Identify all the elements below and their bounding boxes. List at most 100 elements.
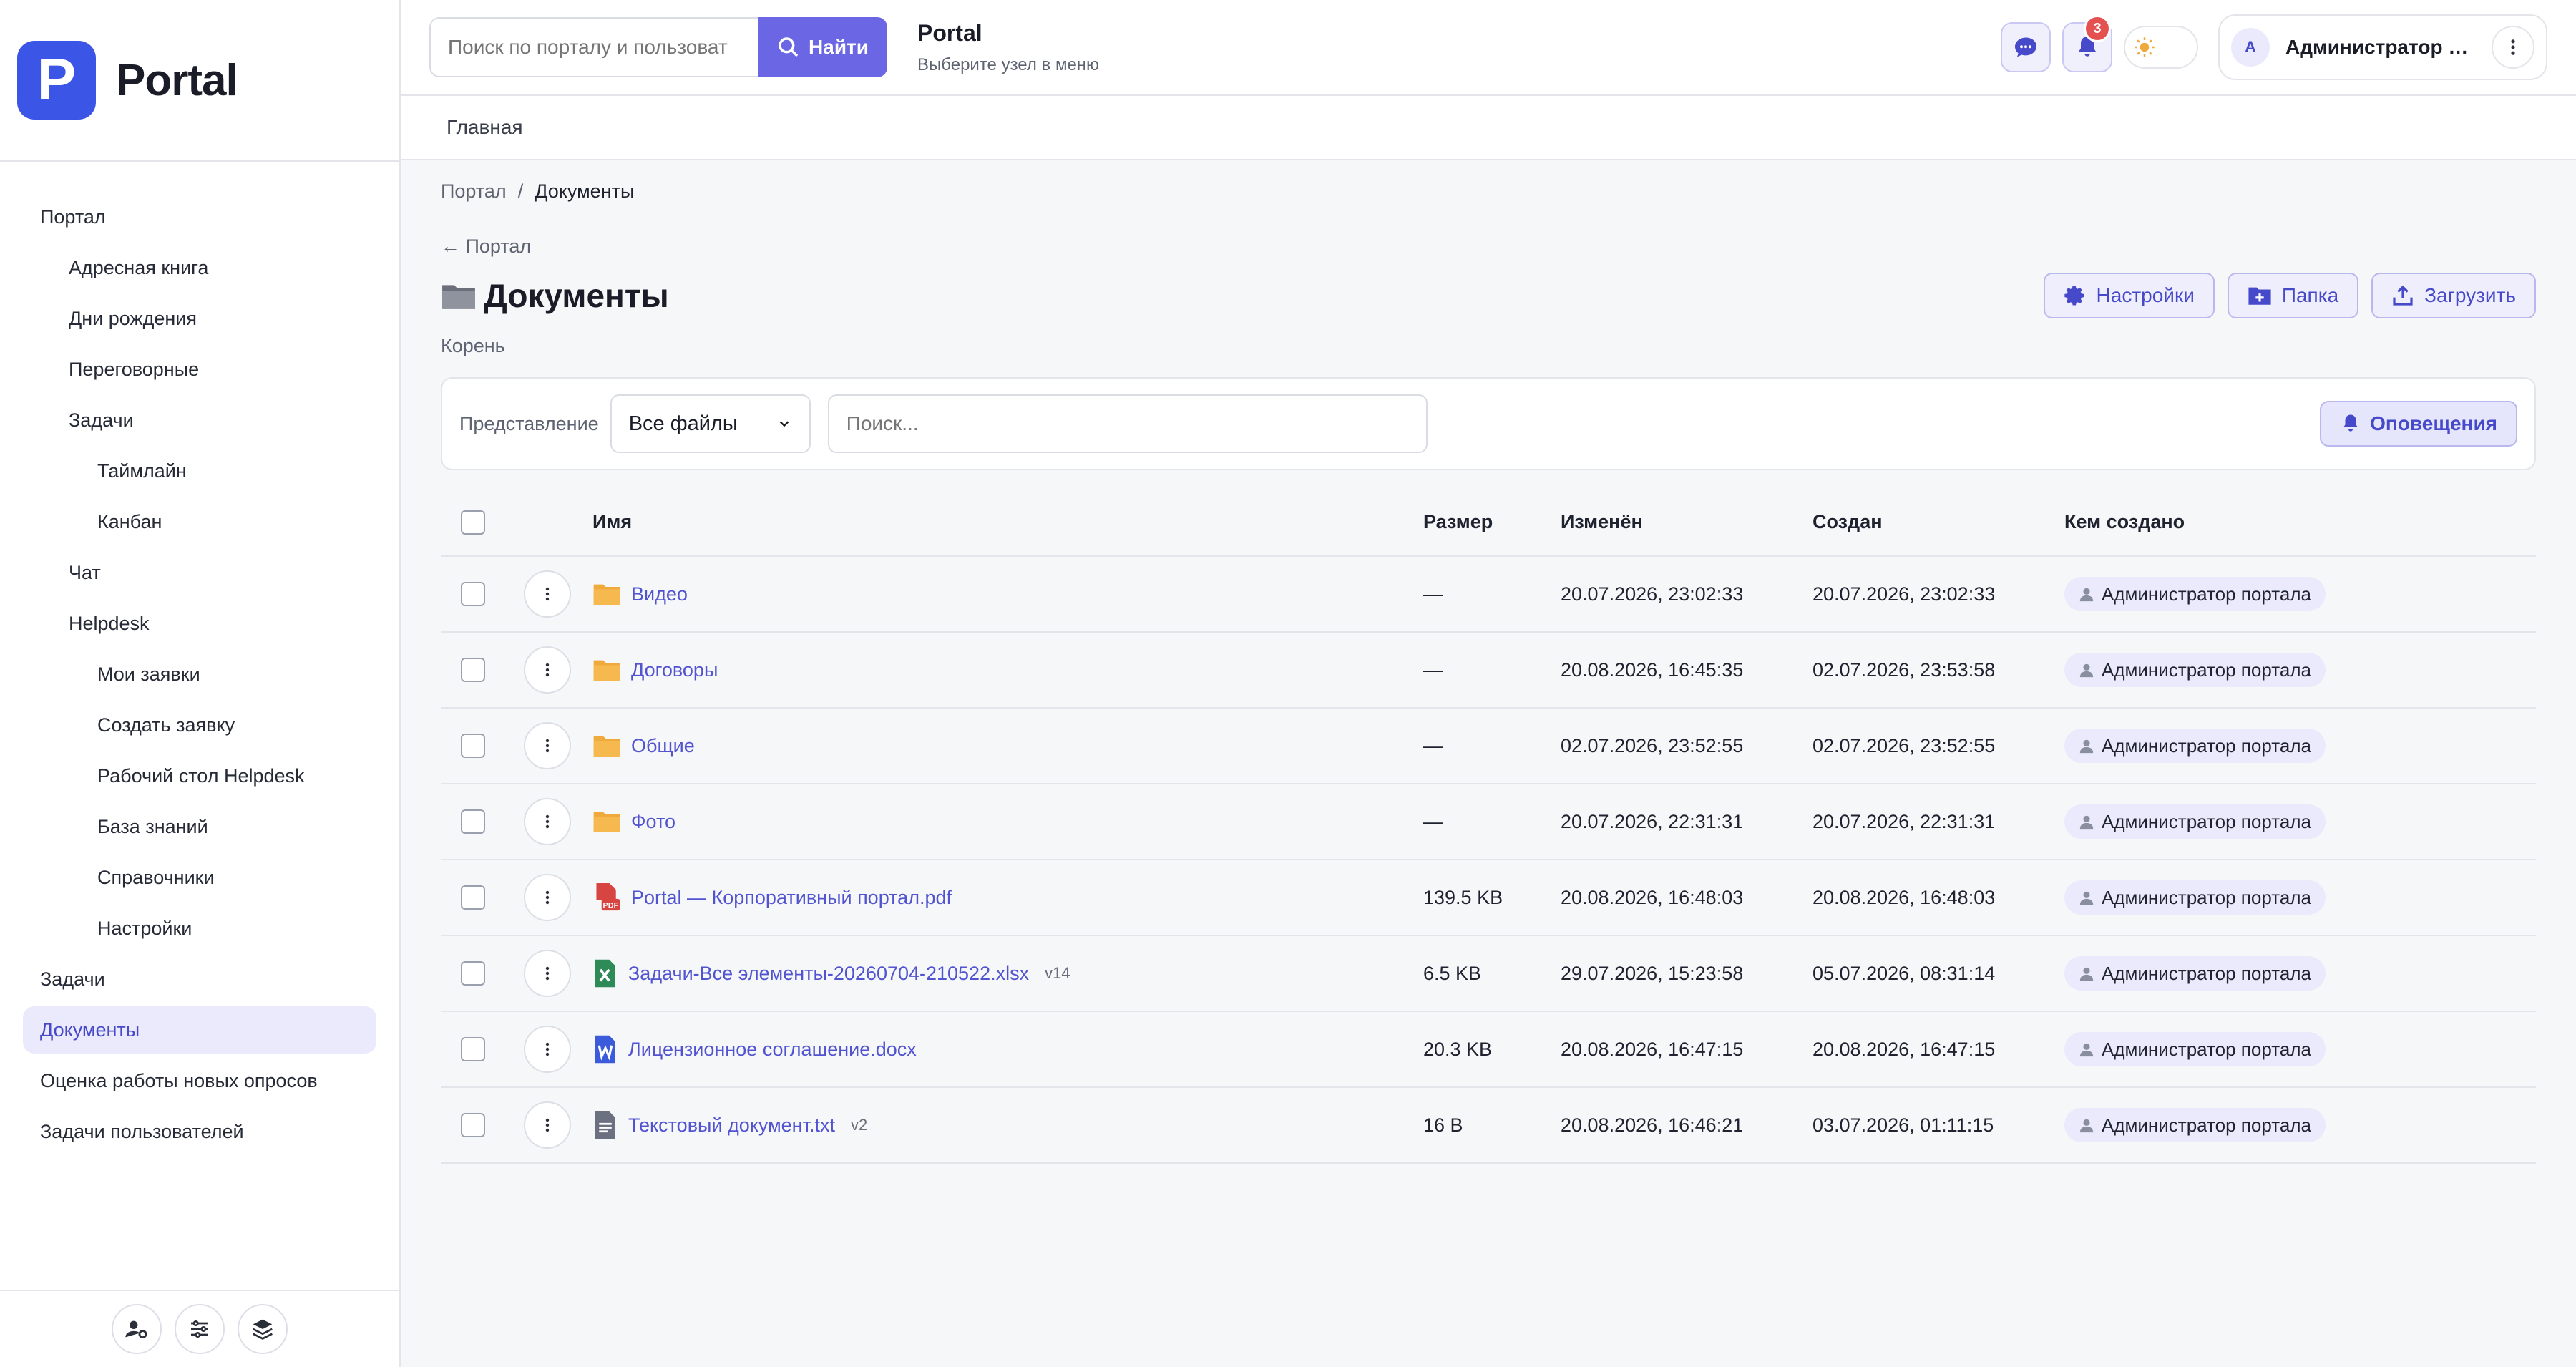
back-link[interactable]: ← Портал [441, 235, 2536, 258]
sidebar-item[interactable]: Переговорные [23, 346, 376, 393]
page-title-text: Документы [484, 277, 669, 314]
table-row[interactable]: Видео —20.07.2026, 23:02:33 20.07.2026, 23… [441, 556, 2536, 633]
author-pill[interactable]: Администратор портала [2064, 1108, 2326, 1142]
row-actions-button[interactable] [524, 722, 571, 769]
notifications-button[interactable]: 3 [2062, 15, 2112, 72]
row-checkbox[interactable] [461, 885, 485, 910]
sidebar-item[interactable]: Документы [23, 1006, 376, 1054]
sidebar-item[interactable]: Задачи [23, 397, 376, 444]
row-actions-cell [491, 632, 592, 709]
global-search-input[interactable] [429, 17, 758, 77]
sidebar-item[interactable]: Чат [23, 549, 376, 596]
files-table: Имя Размер Изменён Создан Кем создано Ви… [441, 482, 2536, 1164]
row-checkbox[interactable] [461, 1113, 485, 1137]
file-link[interactable]: Текстовый документ.txt [628, 1114, 835, 1137]
header-modified[interactable]: Изменён [1561, 482, 1813, 557]
header-author[interactable]: Кем создано [2064, 482, 2536, 557]
theme-toggle[interactable] [2124, 26, 2198, 69]
file-link[interactable]: Задачи-Все элементы-20260704-210522.xlsx [628, 963, 1029, 985]
file-link[interactable]: Видео [631, 583, 688, 605]
row-actions-button[interactable] [524, 798, 571, 845]
row-actions-button[interactable] [524, 570, 571, 618]
row-actions-button[interactable] [524, 950, 571, 997]
sliders-icon[interactable] [175, 1304, 225, 1354]
table-row[interactable]: Лицензионное соглашение.docx 20.3 KB 20.08… [441, 1011, 2536, 1088]
author-pill[interactable]: Администратор портала [2064, 880, 2326, 915]
sidebar-item-label: Справочники [97, 866, 215, 888]
name-cell: Видео [592, 556, 1423, 633]
row-checkbox[interactable] [461, 961, 485, 986]
row-actions-button[interactable] [524, 1101, 571, 1149]
row-checkbox[interactable] [461, 582, 485, 606]
chat-button[interactable] [2001, 22, 2051, 72]
sidebar-item[interactable]: База знаний [23, 803, 376, 850]
table-row[interactable]: Договоры —20.08.2026, 16:45:35 02.07.2026,… [441, 632, 2536, 709]
table-row[interactable]: Задачи-Все элементы-20260704-210522.xlsx… [441, 935, 2536, 1012]
select-all-checkbox[interactable] [461, 510, 485, 535]
table-row[interactable]: PDF Portal — Корпоративный портал.pdf 139.… [441, 860, 2536, 936]
row-checkbox[interactable] [461, 734, 485, 758]
row-checkbox[interactable] [461, 1037, 485, 1061]
table-row[interactable]: Общие —02.07.2026, 23:52:55 02.07.2026, 23… [441, 708, 2536, 784]
row-actions-button[interactable] [524, 1026, 571, 1073]
home-tab[interactable]: Главная [447, 116, 523, 139]
author-pill[interactable]: Администратор портала [2064, 956, 2326, 991]
author-pill[interactable]: Администратор портала [2064, 1032, 2326, 1066]
sidebar-item[interactable]: Дни рождения [23, 295, 376, 342]
row-select-cell [441, 784, 491, 860]
table-row[interactable]: Текстовый документ.txt v2 16 B 20.08.2026, … [441, 1087, 2536, 1164]
file-link[interactable]: Фото [631, 811, 675, 833]
breadcrumb-separator: / [517, 180, 524, 202]
table-row[interactable]: Фото —20.07.2026, 22:31:31 20.07.2026, 22:… [441, 784, 2536, 860]
author-pill[interactable]: Администратор портала [2064, 653, 2326, 687]
header-size[interactable]: Размер [1423, 482, 1561, 557]
file-search-input[interactable] [827, 394, 1428, 453]
user-settings-icon[interactable] [112, 1304, 162, 1354]
author-pill[interactable]: Администратор портала [2064, 577, 2326, 611]
sidebar-item[interactable]: Адресная книга [23, 244, 376, 291]
sidebar-item-label: Дни рождения [69, 307, 197, 329]
topbar-title-block: Portal Выберите узел в меню [917, 20, 1099, 75]
sidebar-item[interactable]: Рабочий стол Helpdesk [23, 752, 376, 799]
sidebar-item[interactable]: Задачи [23, 955, 376, 1003]
global-search-button[interactable]: Найти [758, 17, 887, 77]
row-checkbox[interactable] [461, 809, 485, 834]
upload-button[interactable]: Загрузить [2371, 273, 2536, 318]
layers-icon[interactable] [238, 1304, 288, 1354]
file-link[interactable]: Portal — Корпоративный портал.pdf [631, 887, 952, 909]
author-name: Администратор портала [2102, 810, 2311, 832]
new-folder-button[interactable]: Папка [2227, 273, 2359, 318]
sidebar-item[interactable]: Мои заявки [23, 651, 376, 698]
sidebar-item[interactable]: Справочники [23, 854, 376, 901]
sidebar-item[interactable]: Канбан [23, 498, 376, 545]
file-link[interactable]: Лицензионное соглашение.docx [628, 1038, 917, 1061]
breadcrumb-root[interactable]: Портал [441, 180, 507, 203]
user-more-button[interactable] [2492, 26, 2534, 69]
brand[interactable]: P Portal [0, 0, 399, 162]
user-menu-chip[interactable]: A Администратор портала [2218, 14, 2547, 80]
row-actions-button[interactable] [524, 874, 571, 921]
sidebar-item[interactable]: Задачи пользователей [23, 1108, 376, 1155]
file-link[interactable]: Договоры [631, 659, 718, 681]
excel-icon [595, 959, 615, 988]
sidebar-item[interactable]: Портал [23, 193, 376, 240]
sidebar-item[interactable]: Создать заявку [23, 701, 376, 749]
sidebar-item[interactable]: Таймлайн [23, 447, 376, 495]
row-actions-button[interactable] [524, 646, 571, 694]
header-created[interactable]: Создан [1813, 482, 2064, 557]
select-all-cell [441, 482, 491, 557]
author-pill[interactable]: Администратор портала [2064, 729, 2326, 763]
header-name[interactable]: Имя [592, 482, 1423, 557]
author-cell: Администратор портала [2064, 1011, 2536, 1088]
text-file-icon [595, 1111, 615, 1139]
view-select[interactable]: Все файлы [610, 394, 811, 453]
subscriptions-button[interactable]: Оповещения [2320, 401, 2517, 447]
author-pill[interactable]: Администратор портала [2064, 804, 2326, 839]
settings-button[interactable]: Настройки [2043, 273, 2215, 318]
sidebar-item[interactable]: Настройки [23, 905, 376, 952]
sidebar-item-label: Переговорные [69, 358, 200, 380]
row-checkbox[interactable] [461, 658, 485, 682]
file-link[interactable]: Общие [631, 735, 695, 757]
sidebar-item[interactable]: Оценка работы новых опросов [23, 1057, 376, 1104]
sidebar-item[interactable]: Helpdesk [23, 600, 376, 647]
